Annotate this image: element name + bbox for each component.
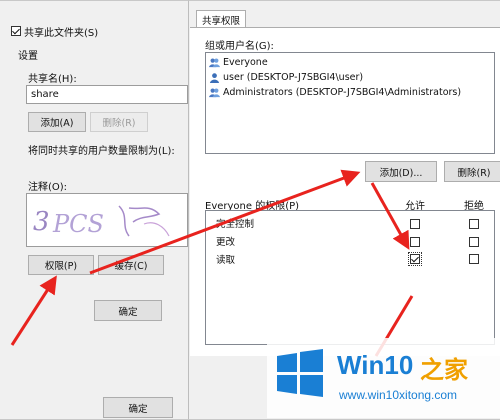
watermark: Win10 之家 www.win10xitong.com [267, 338, 500, 418]
watermark-brand-suffix: 之家 [420, 356, 468, 384]
watermark-brand-prefix: Win10 [337, 350, 414, 380]
arrow-to-permissions [10, 275, 57, 346]
arrow-to-add-button [89, 169, 361, 275]
windows-logo-icon [277, 349, 323, 397]
arrow-to-read-allow [370, 182, 410, 250]
watermark-url: www.win10xitong.com [339, 388, 458, 402]
